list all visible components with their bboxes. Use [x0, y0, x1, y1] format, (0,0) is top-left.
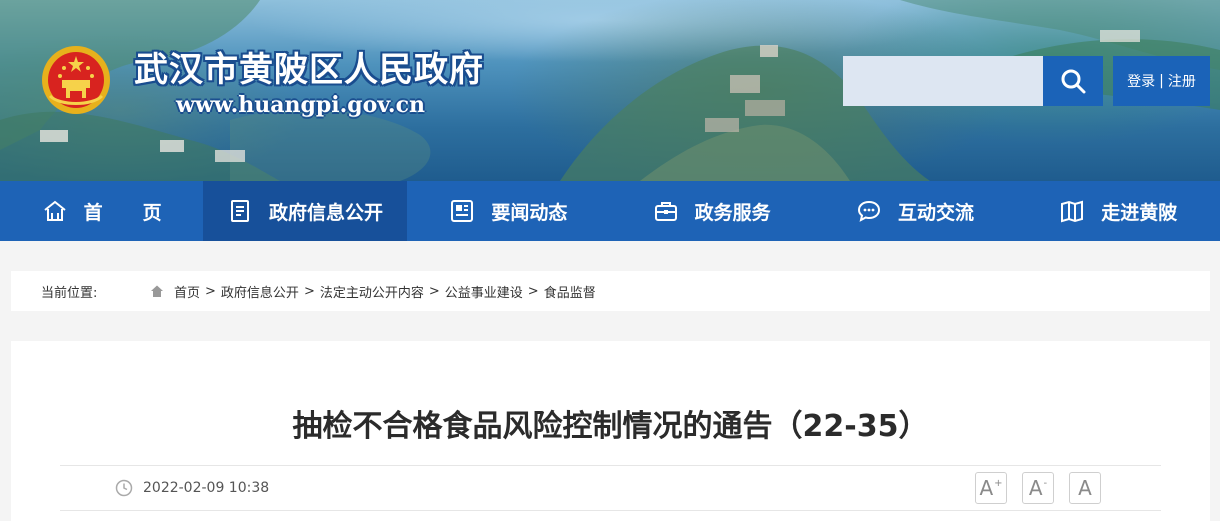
login-link[interactable]: 登录: [1127, 71, 1155, 91]
news-icon: [449, 198, 475, 224]
breadcrumb-item[interactable]: 公益事业建设: [445, 282, 523, 301]
font-button-label: A: [979, 476, 994, 500]
publish-date: 2022-02-09 10:38: [143, 480, 270, 496]
clock-icon: [115, 479, 133, 497]
home-icon: [42, 198, 68, 224]
nav-item-news[interactable]: 要闻动态: [407, 181, 610, 241]
site-title: 武汉市黄陂区人民政府: [134, 50, 484, 90]
breadcrumb-separator: >: [205, 283, 216, 299]
national-emblem-logo: [42, 46, 110, 114]
font-button-label: A: [1028, 476, 1043, 500]
breadcrumb-item[interactable]: 首页: [174, 282, 200, 301]
register-link[interactable]: 注册: [1168, 71, 1196, 91]
font-button-label: A: [1078, 476, 1092, 500]
chat-icon: [856, 198, 882, 224]
breadcrumb-item[interactable]: 食品监督: [544, 282, 596, 301]
article-title: 抽检不合格食品风险控制情况的通告（22-35）: [292, 409, 929, 444]
main-nav: 首页 政府信息公开 要闻动态 政务服务 互动交流 走进黄陂: [0, 181, 1220, 241]
breadcrumb-item[interactable]: 法定主动公开内容: [320, 282, 424, 301]
breadcrumb-separator: >: [527, 283, 539, 299]
auth-box: 登录 | 注册: [1113, 56, 1210, 106]
nav-item-label: 政府信息公开: [268, 201, 383, 224]
breadcrumb-item[interactable]: 政府信息公开: [221, 282, 299, 301]
site-url: www.huangpi.gov.cn: [176, 92, 425, 118]
nav-item-interaction[interactable]: 互动交流: [813, 181, 1016, 241]
breadcrumb-separator: >: [428, 283, 440, 299]
search-icon: [1061, 69, 1086, 94]
font-decrease-button[interactable]: A-: [1022, 472, 1054, 504]
book-icon: [1059, 198, 1085, 224]
nav-item-about[interactable]: 走进黄陂: [1017, 181, 1220, 241]
nav-item-gov-info[interactable]: 政府信息公开: [203, 181, 407, 241]
document-icon: [227, 198, 253, 224]
breadcrumb-separator: >: [303, 283, 315, 299]
breadcrumb: 当前位置: 首页 > 政府信息公开 > 法定主动公开内容 > 公益事业建设 > …: [11, 271, 1210, 311]
search-input[interactable]: [843, 56, 1043, 106]
font-reset-button[interactable]: A: [1069, 472, 1101, 504]
breadcrumb-prefix: 当前位置:: [41, 285, 98, 301]
article-panel: 抽检不合格食品风险控制情况的通告（22-35） 2022-02-09 10:38…: [11, 341, 1210, 521]
search-button[interactable]: [1043, 56, 1103, 106]
font-increase-button[interactable]: A +: [975, 472, 1007, 504]
font-button-mark: +: [994, 477, 1003, 489]
auth-separator: |: [1159, 73, 1164, 89]
divider: [60, 510, 1161, 511]
home-icon: [150, 284, 164, 298]
nav-item-home[interactable]: 首页: [0, 181, 203, 241]
nav-item-label: 政务服务: [694, 201, 771, 224]
briefcase-icon: [653, 198, 679, 224]
nav-item-label: 要闻动态: [491, 201, 568, 224]
font-button-mark: -: [1043, 477, 1048, 489]
nav-item-label: 首页: [83, 201, 202, 224]
nav-item-label: 互动交流: [897, 201, 974, 224]
nav-item-services[interactable]: 政务服务: [610, 181, 813, 241]
header-banner: 武汉市黄陂区人民政府 www.huangpi.gov.cn 登录 | 注册: [0, 0, 1220, 181]
nav-item-label: 走进黄陂: [1101, 201, 1178, 224]
divider: [60, 465, 1161, 466]
